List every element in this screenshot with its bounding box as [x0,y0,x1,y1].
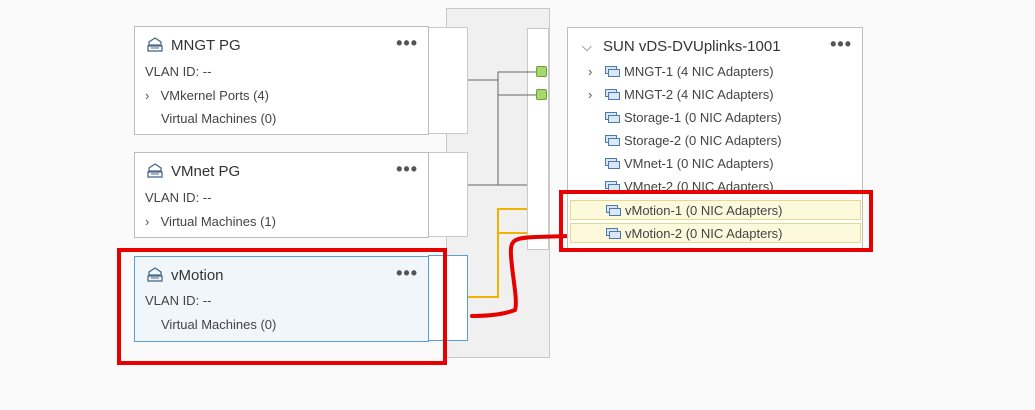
annotation-highlight-box [559,190,873,252]
uplink-item-storage-1[interactable]: Storage-1 (0 NIC Adapters) [568,107,862,127]
uplink-port-icon[interactable] [536,66,547,77]
more-actions-icon[interactable]: ••• [396,33,418,54]
uplink-label: MNGT-1 (4 NIC Adapters) [624,64,774,79]
uplink-label: Storage-2 (0 NIC Adapters) [624,133,782,148]
nic-adapter-icon [605,158,620,169]
uplink-label: VMnet-1 (0 NIC Adapters) [624,156,774,171]
chevron-right-icon[interactable]: › [588,64,600,79]
chevron-down-icon[interactable]: ⌵ [582,39,592,55]
port-group-title: VMnet PG [171,163,241,180]
annotation-highlight-box [117,248,447,365]
uplink-port-strip [527,28,549,250]
port-group-title: MNGT PG [171,37,241,54]
virtual-machines-row: Virtual Machines (0) [161,111,277,126]
switch-port-block-vmnet [428,152,468,237]
port-group-icon [147,37,163,52]
uplink-label: MNGT-2 (4 NIC Adapters) [624,87,774,102]
uplink-item-storage-2[interactable]: Storage-2 (0 NIC Adapters) [568,130,862,150]
switch-port-block-mngt [428,27,468,134]
uplink-item-mngt-1[interactable]: › MNGT-1 (4 NIC Adapters) [568,61,862,81]
more-actions-icon[interactable]: ••• [396,159,418,180]
uplink-item-vmnet-1[interactable]: VMnet-1 (0 NIC Adapters) [568,153,862,173]
more-actions-icon[interactable]: ••• [830,34,852,55]
virtual-machines-row[interactable]: › Virtual Machines (1) [145,214,276,229]
vmkernel-ports-row[interactable]: › VMkernel Ports (4) [145,88,269,103]
port-group-card-mngt[interactable]: MNGT PG ••• VLAN ID: -- › VMkernel Ports… [134,26,429,135]
nic-adapter-icon [605,66,620,77]
port-group-card-vmnet[interactable]: VMnet PG ••• VLAN ID: -- › Virtual Machi… [134,152,429,238]
vlan-id-label: VLAN ID: -- [145,64,212,79]
nic-adapter-icon [605,135,620,146]
chevron-right-icon[interactable]: › [145,88,157,103]
chevron-right-icon[interactable]: › [588,87,600,102]
chevron-right-icon[interactable]: › [145,214,157,229]
row-label: Virtual Machines (1) [160,214,276,229]
uplink-item-mngt-2[interactable]: › MNGT-2 (4 NIC Adapters) [568,84,862,104]
vlan-id-label: VLAN ID: -- [145,190,212,205]
row-label: VMkernel Ports (4) [160,88,269,103]
uplink-label: Storage-1 (0 NIC Adapters) [624,110,782,125]
port-group-icon [147,163,163,178]
nic-adapter-icon [605,112,620,123]
nic-adapter-icon [605,89,620,100]
uplink-port-icon[interactable] [536,89,547,100]
uplinks-title: SUN vDS-DVUplinks-1001 [603,38,781,55]
